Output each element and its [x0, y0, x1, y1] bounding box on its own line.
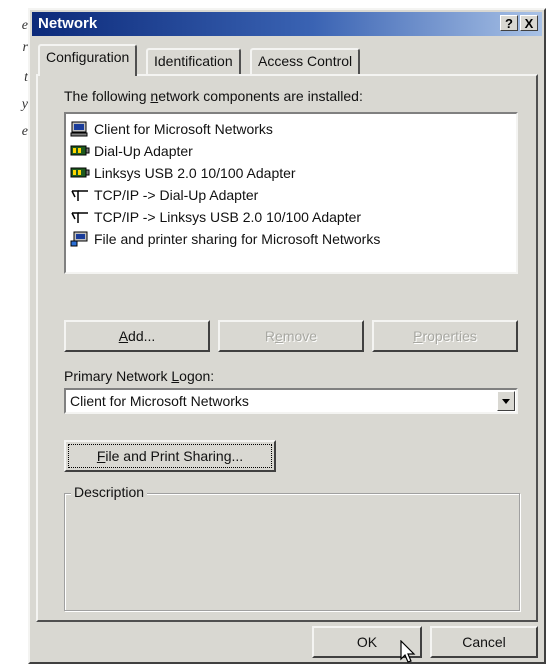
list-item[interactable]: Client for Microsoft Networks: [70, 118, 273, 140]
components-label: The following network components are ins…: [64, 88, 363, 104]
tab-configuration-label: Configuration: [46, 49, 130, 65]
description-group: Description: [64, 484, 520, 611]
dropdown-arrow-button[interactable]: [497, 391, 515, 411]
mouse-pointer-icon: [400, 640, 416, 663]
properties-button[interactable]: Properties: [372, 320, 518, 352]
protocol-icon: [71, 212, 88, 223]
list-item[interactable]: Linksys USB 2.0 10/100 Adapter: [70, 162, 296, 184]
protocol-icon: [71, 190, 88, 201]
service-icon: [70, 231, 88, 247]
remove-button[interactable]: Remove: [218, 320, 364, 352]
window-title: Network: [38, 15, 98, 32]
help-button[interactable]: ?: [500, 15, 518, 31]
add-button[interactable]: Add...: [64, 320, 210, 352]
cancel-button[interactable]: Cancel: [430, 626, 538, 658]
description-legend: Description: [71, 484, 148, 500]
tab-access-control-label: Access Control: [258, 53, 353, 69]
adapter-icon: [70, 167, 90, 178]
list-item[interactable]: Dial-Up Adapter: [70, 140, 193, 162]
tab-identification-label: Identification: [154, 53, 233, 69]
close-button[interactable]: X: [520, 15, 538, 31]
list-item[interactable]: File and printer sharing for Microsoft N…: [70, 228, 380, 250]
primary-logon-value: Client for Microsoft Networks: [70, 393, 249, 409]
list-item[interactable]: TCP/IP -> Dial-Up Adapter: [70, 184, 258, 206]
page-margin-text: e r t y e: [0, 0, 30, 669]
list-item[interactable]: TCP/IP -> Linksys USB 2.0 10/100 Adapter: [70, 206, 361, 228]
client-icon: [70, 121, 88, 137]
components-list[interactable]: Client for Microsoft Networks Dial-Up Ad…: [64, 112, 518, 274]
chevron-down-icon: [502, 399, 510, 404]
title-bar[interactable]: Network ? X: [32, 12, 542, 36]
primary-logon-select[interactable]: Client for Microsoft Networks: [64, 388, 518, 414]
logon-label: Primary Network Logon:: [64, 368, 215, 384]
tab-identification[interactable]: Identification: [146, 48, 241, 74]
tab-access-control[interactable]: Access Control: [250, 48, 361, 74]
file-print-sharing-button[interactable]: File and Print Sharing...: [64, 440, 276, 472]
tab-configuration[interactable]: Configuration: [38, 44, 138, 76]
network-dialog: Network ? X Configuration Identification…: [28, 8, 546, 664]
adapter-icon: [70, 145, 90, 156]
configuration-panel: The following network components are ins…: [36, 74, 538, 622]
